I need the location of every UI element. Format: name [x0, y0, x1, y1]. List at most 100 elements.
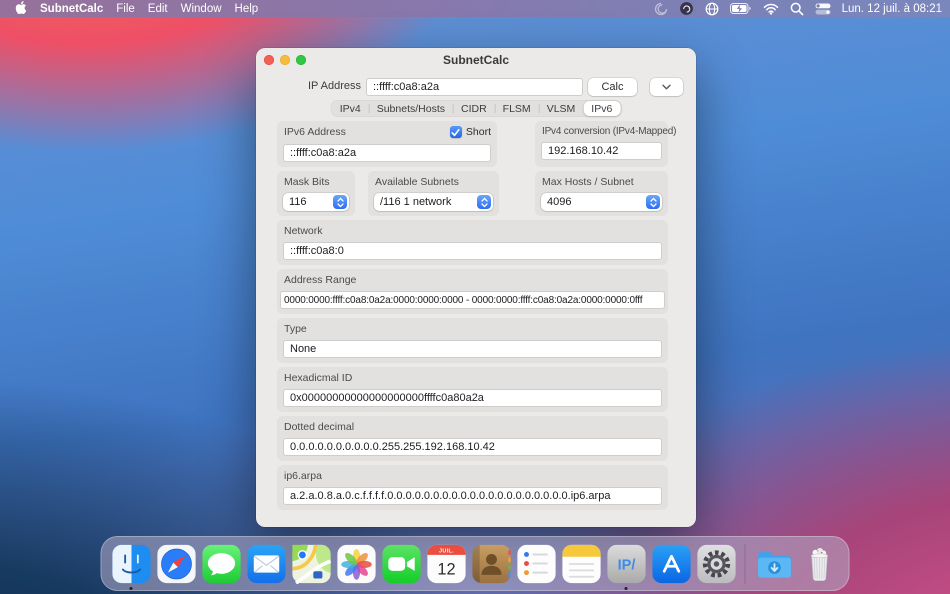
network-label: Network — [284, 225, 662, 237]
hex-id-group: Hexadicmal ID 0x00000000000000000000ffff… — [277, 367, 668, 412]
available-subnets-popup[interactable]: /116 1 network — [374, 193, 493, 211]
network-field[interactable]: ::ffff:c0a8:0 — [283, 242, 662, 260]
window-titlebar[interactable]: SubnetCalc — [256, 48, 696, 71]
window-controls — [264, 55, 306, 65]
downloads-folder-icon[interactable] — [754, 544, 794, 584]
subnetcalc-dock-icon[interactable]: IP/ — [606, 544, 646, 584]
svg-text:12: 12 — [437, 560, 455, 578]
ipv6-panel: IPv6 Address Short ::ffff:c0a8:a2a IPv4 … — [277, 121, 668, 514]
ipv6-address-group: IPv6 Address Short ::ffff:c0a8:a2a — [277, 121, 497, 167]
tab-ipv4[interactable]: IPv4 — [332, 101, 369, 116]
menu-file[interactable]: File — [116, 3, 135, 15]
menu-bar-left: SubnetCalc File Edit Window Help — [14, 0, 258, 18]
available-subnets-group: Available Subnets /116 1 network — [368, 171, 499, 216]
popup-chevrons-icon — [646, 195, 660, 209]
tab-cidr[interactable]: CIDR — [453, 101, 495, 116]
zoom-button[interactable] — [296, 55, 306, 65]
history-dropdown-button[interactable] — [650, 78, 683, 96]
control-center-icon[interactable] — [815, 3, 831, 15]
dock: JUIL. 12 IP/ — [101, 536, 850, 591]
menu-bar-clock[interactable]: Lun. 12 juil. à 08:21 — [842, 3, 942, 15]
ip-address-input[interactable]: ::ffff:c0a8:a2a — [366, 78, 583, 96]
creative-cloud-icon[interactable] — [679, 1, 694, 16]
messages-icon[interactable] — [201, 544, 241, 584]
apple-menu-icon[interactable] — [14, 0, 27, 18]
ip6-arpa-label: ip6.arpa — [284, 470, 662, 482]
photos-icon[interactable] — [336, 544, 376, 584]
row-mask: Mask Bits 116 Available Subnets /116 1 n… — [277, 171, 668, 216]
svg-text:IP/: IP/ — [617, 557, 635, 573]
app-store-icon[interactable] — [651, 544, 691, 584]
network-group: Network ::ffff:c0a8:0 — [277, 220, 668, 265]
notes-icon[interactable] — [561, 544, 601, 584]
checkbox-check-icon — [450, 126, 462, 138]
dotted-decimal-field[interactable]: 0.0.0.0.0.0.0.0.0.0.255.255.192.168.10.4… — [283, 438, 662, 456]
menu-edit[interactable]: Edit — [148, 3, 168, 15]
dock-divider — [745, 544, 746, 584]
type-field[interactable]: None — [283, 340, 662, 358]
address-range-group: Address Range 0000:0000:ffff:c0a8:0a2a:0… — [277, 269, 668, 314]
mask-bits-popup[interactable]: 116 — [283, 193, 349, 211]
mode-tabbar: IPv4 Subnets/Hosts CIDR FLSM VLSM IPv6 — [331, 100, 622, 117]
calendar-icon[interactable]: JUIL. 12 — [426, 544, 466, 584]
type-group: Type None — [277, 318, 668, 363]
wifi-icon[interactable] — [763, 2, 779, 15]
ip6-arpa-group: ip6.arpa a.2.a.0.8.a.0.c.f.f.f.f.0.0.0.0… — [277, 465, 668, 510]
maps-icon[interactable] — [291, 544, 331, 584]
ipv4-mapped-field[interactable]: 192.168.10.42 — [541, 142, 662, 160]
safari-icon[interactable] — [156, 544, 196, 584]
ipv4-mapped-label: IPv4 conversion (IPv4-Mapped) — [542, 126, 662, 137]
desktop-wallpaper: SubnetCalc File Edit Window Help — [0, 0, 950, 594]
battery-icon[interactable] — [730, 3, 752, 14]
reminders-icon[interactable] — [516, 544, 556, 584]
max-hosts-popup[interactable]: 4096 — [541, 193, 662, 211]
minimize-button[interactable] — [280, 55, 290, 65]
short-checkbox-label: Short — [466, 126, 491, 138]
ipv6-address-label: IPv6 Address — [284, 126, 346, 138]
facetime-icon[interactable] — [381, 544, 421, 584]
chevron-down-icon — [662, 81, 671, 93]
available-subnets-label: Available Subnets — [375, 176, 493, 188]
max-hosts-group: Max Hosts / Subnet 4096 — [535, 171, 668, 216]
mail-icon[interactable] — [246, 544, 286, 584]
address-range-field[interactable]: 0000:0000:ffff:c0a8:0a2a:0000:0000:0000 … — [280, 291, 665, 309]
short-checkbox[interactable]: Short — [450, 126, 491, 138]
mask-bits-label: Mask Bits — [284, 176, 349, 188]
finder-icon[interactable] — [111, 544, 151, 584]
window-title: SubnetCalc — [443, 53, 509, 67]
system-preferences-icon[interactable] — [696, 544, 736, 584]
popup-chevrons-icon — [477, 195, 491, 209]
calc-button[interactable]: Calc — [588, 78, 637, 96]
menu-bar: SubnetCalc File Edit Window Help — [0, 0, 950, 17]
svg-text:JUIL.: JUIL. — [438, 548, 453, 554]
ipv6-address-field[interactable]: ::ffff:c0a8:a2a — [283, 144, 491, 162]
hex-id-label: Hexadicmal ID — [284, 372, 662, 384]
subnetcalc-window: SubnetCalc IP Address ::ffff:c0a8:a2a Ca… — [256, 48, 696, 527]
menu-bar-status-area: Lun. 12 juil. à 08:21 — [654, 1, 942, 16]
tab-ipv6[interactable]: IPv6 — [583, 101, 620, 116]
ip6-arpa-field[interactable]: a.2.a.0.8.a.0.c.f.f.f.f.0.0.0.0.0.0.0.0.… — [283, 487, 662, 505]
close-button[interactable] — [264, 55, 274, 65]
popup-chevrons-icon — [333, 195, 347, 209]
menu-window[interactable]: Window — [181, 3, 222, 15]
row-address: IPv6 Address Short ::ffff:c0a8:a2a IPv4 … — [277, 121, 668, 167]
menu-bar-app-name[interactable]: SubnetCalc — [40, 3, 103, 15]
spotlight-search-icon[interactable] — [790, 2, 804, 16]
menu-help[interactable]: Help — [235, 3, 259, 15]
tab-subnets-hosts[interactable]: Subnets/Hosts — [369, 101, 453, 116]
tab-vlsm[interactable]: VLSM — [539, 101, 584, 116]
tab-flsm[interactable]: FLSM — [495, 101, 539, 116]
address-range-label: Address Range — [284, 274, 662, 286]
ip-address-row: IP Address ::ffff:c0a8:a2a Calc — [256, 78, 696, 96]
contacts-icon[interactable] — [471, 544, 511, 584]
max-hosts-label: Max Hosts / Subnet — [542, 176, 662, 188]
ipv4-mapped-group: IPv4 conversion (IPv4-Mapped) 192.168.10… — [535, 121, 668, 167]
hex-id-field[interactable]: 0x00000000000000000000ffffc0a80a2a — [283, 389, 662, 407]
dotted-decimal-label: Dotted decimal — [284, 421, 662, 433]
sync-spiral-icon[interactable] — [654, 2, 668, 16]
type-label: Type — [284, 323, 662, 335]
trash-icon[interactable] — [799, 544, 839, 584]
dotted-decimal-group: Dotted decimal 0.0.0.0.0.0.0.0.0.0.255.2… — [277, 416, 668, 461]
mask-bits-group: Mask Bits 116 — [277, 171, 355, 216]
keyboard-globe-icon[interactable] — [705, 2, 719, 16]
